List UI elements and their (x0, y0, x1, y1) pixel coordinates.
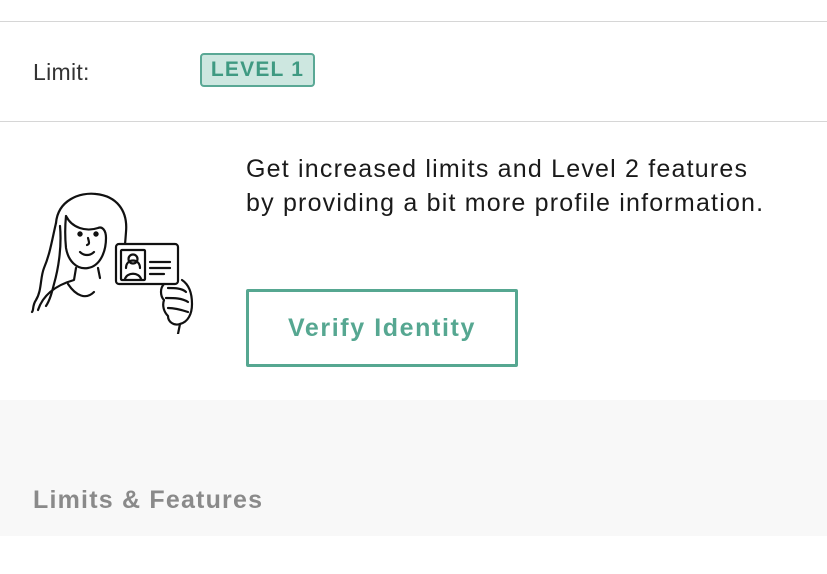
limits-features-section: Limits & Features (0, 400, 827, 536)
person-holding-id-card-icon (28, 188, 200, 336)
account-limits-page: Limit: LEVEL 1 Get increased limits and … (0, 0, 827, 574)
verify-identity-button[interactable]: Verify Identity (246, 289, 518, 367)
limit-divider (0, 121, 827, 122)
verification-message: Get increased limits and Level 2 feature… (246, 155, 765, 217)
section-title: Limits & Features (33, 486, 264, 514)
limit-row: Limit: LEVEL 1 (0, 22, 827, 121)
limit-label: Limit: (33, 59, 90, 85)
level-badge: LEVEL 1 (200, 53, 315, 87)
